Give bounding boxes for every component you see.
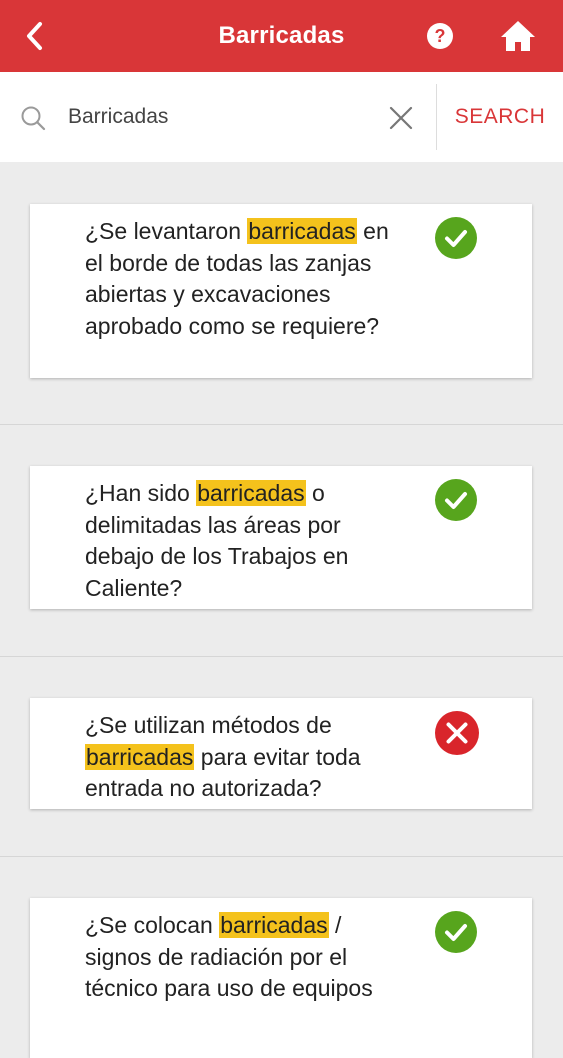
help-button[interactable]: ? — [426, 22, 454, 50]
search-highlight: barricadas — [196, 480, 306, 506]
check-circle-icon — [435, 217, 477, 259]
question-text: ¿Se levantaron barricadas en el borde de… — [85, 218, 389, 339]
app-header: Barricadas ? — [0, 0, 563, 72]
status-ok-icon — [434, 910, 478, 954]
result-card[interactable]: ¿Han sido barricadas o delimitadas las á… — [30, 466, 532, 609]
result-section: ¿Se levantaron barricadas en el borde de… — [0, 162, 563, 425]
check-circle-icon — [435, 911, 477, 953]
search-highlight: barricadas — [247, 218, 357, 244]
help-circle-icon: ? — [427, 23, 453, 49]
search-highlight: barricadas — [219, 912, 329, 938]
home-button[interactable] — [498, 18, 538, 54]
search-highlight: barricadas — [85, 743, 195, 770]
svg-text:?: ? — [435, 26, 446, 46]
status-fail-icon — [434, 710, 479, 755]
check-circle-icon — [435, 479, 477, 521]
page-title: Barricadas — [218, 22, 345, 49]
result-card[interactable]: ¿Se utilizan métodos de barricadas para … — [30, 698, 532, 809]
result-card[interactable]: ¿Se colocan barricadas / signos de radia… — [30, 898, 532, 1058]
home-icon — [501, 21, 535, 51]
clear-search-button[interactable] — [388, 105, 414, 131]
result-section: ¿Se colocan barricadas / signos de radia… — [0, 857, 563, 1058]
search-button[interactable]: SEARCH — [437, 72, 563, 162]
search-input[interactable] — [68, 100, 368, 134]
result-card[interactable]: ¿Se levantaron barricadas en el borde de… — [30, 204, 532, 378]
close-icon — [389, 106, 413, 130]
question-text: ¿Han sido barricadas o delimitadas las á… — [85, 480, 349, 601]
search-bar: SEARCH — [0, 72, 563, 162]
question-text: ¿Se colocan barricadas / signos de radia… — [85, 912, 373, 1001]
result-section: ¿Han sido barricadas o delimitadas las á… — [0, 425, 563, 657]
x-circle-icon — [435, 711, 479, 755]
question-text: ¿Se utilizan métodos de barricadas para … — [85, 712, 361, 801]
search-icon — [20, 105, 46, 131]
result-section: ¿Se utilizan métodos de barricadas para … — [0, 657, 563, 857]
status-ok-icon — [434, 216, 478, 260]
status-ok-icon — [434, 478, 478, 522]
